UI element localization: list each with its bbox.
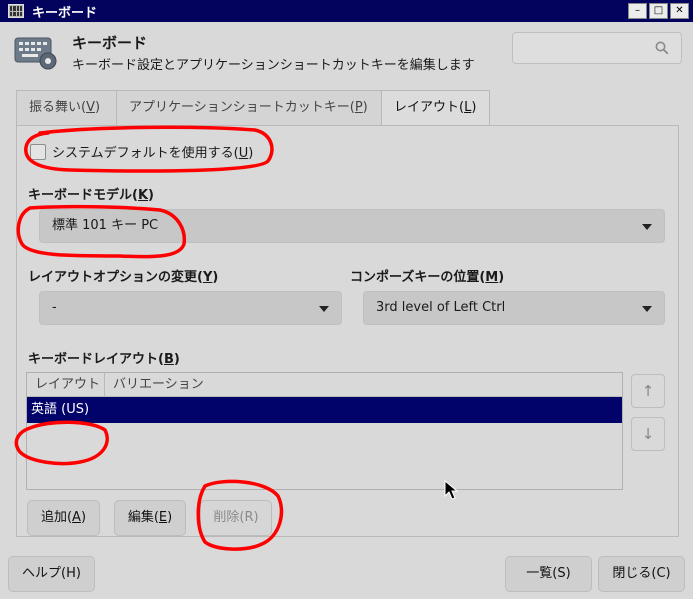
keyboard-layout-list[interactable]: レイアウト バリエーション 英語 (US) xyxy=(26,372,623,490)
minimize-button[interactable]: – xyxy=(628,3,647,19)
column-header-layout[interactable]: レイアウト xyxy=(27,373,105,396)
use-system-default-option[interactable]: システムデフォルトを使用する(U) xyxy=(30,142,253,161)
keyboard-model-value: 標準 101 キー PC xyxy=(52,218,159,233)
maximize-button[interactable]: □ xyxy=(649,3,668,19)
layout-cell: 英語 (US) xyxy=(31,402,90,417)
close-window-button[interactable]: ✕ xyxy=(670,3,689,19)
compose-key-value: 3rd level of Left Ctrl xyxy=(376,300,506,315)
layout-option-select[interactable]: - xyxy=(39,291,342,325)
move-up-button[interactable]: ↑ xyxy=(631,374,665,408)
edit-layout-button[interactable]: 編集(E) xyxy=(114,500,186,536)
dropdown-arrow-icon xyxy=(642,224,652,230)
list-item[interactable]: 英語 (US) xyxy=(27,397,622,423)
use-system-default-label: システムデフォルトを使用する(U) xyxy=(52,146,254,161)
keyboard-layout-label: キーボードレイアウト(B) xyxy=(28,352,180,367)
help-button[interactable]: ヘルプ(H) xyxy=(8,556,95,592)
search-field[interactable] xyxy=(512,32,682,64)
compose-key-select[interactable]: 3rd level of Left Ctrl xyxy=(363,291,665,325)
search-icon xyxy=(655,41,669,55)
keyboard-settings-icon xyxy=(14,37,57,70)
keyboard-model-label: キーボードモデル(K) xyxy=(28,188,154,203)
compose-key-label: コンポーズキーの位置(M) xyxy=(350,270,505,285)
dropdown-arrow-icon xyxy=(319,306,329,312)
dialog-subtitle: キーボード設定とアプリケーションショートカットキーを編集します xyxy=(72,58,475,73)
layout-option-value: - xyxy=(52,300,57,315)
keyboard-app-icon xyxy=(8,4,24,18)
tab-behavior[interactable]: 振る舞い(V) xyxy=(16,90,117,126)
tab-app-shortcuts[interactable]: アプリケーションショートカットキー(P) xyxy=(117,90,382,126)
list-header: レイアウト バリエーション xyxy=(27,373,622,397)
add-layout-button[interactable]: 追加(A) xyxy=(27,500,100,536)
dropdown-arrow-icon xyxy=(642,306,652,312)
delete-layout-button: 削除(R) xyxy=(200,500,272,536)
move-down-button[interactable]: ↓ xyxy=(631,417,665,451)
column-header-variation[interactable]: バリエーション xyxy=(105,373,204,396)
tab-layout[interactable]: レイアウト(L) xyxy=(382,90,490,127)
window-title: キーボード xyxy=(32,5,98,21)
use-system-default-checkbox[interactable] xyxy=(30,143,46,160)
overview-button[interactable]: 一覧(S) xyxy=(505,556,592,592)
tab-bar: 振る舞い(V) アプリケーションショートカットキー(P) レイアウト(L) xyxy=(16,90,490,127)
search-input[interactable] xyxy=(513,33,649,63)
title-bar: キーボード – □ ✕ xyxy=(0,0,693,22)
close-button[interactable]: 閉じる(C) xyxy=(598,556,685,592)
keyboard-model-select[interactable]: 標準 101 キー PC xyxy=(39,209,665,243)
dialog-title: キーボード xyxy=(72,34,148,52)
dialog-header: キーボード キーボード設定とアプリケーションショートカットキーを編集します xyxy=(0,22,693,80)
layout-option-label: レイアウトオプションの変更(Y) xyxy=(28,270,219,285)
